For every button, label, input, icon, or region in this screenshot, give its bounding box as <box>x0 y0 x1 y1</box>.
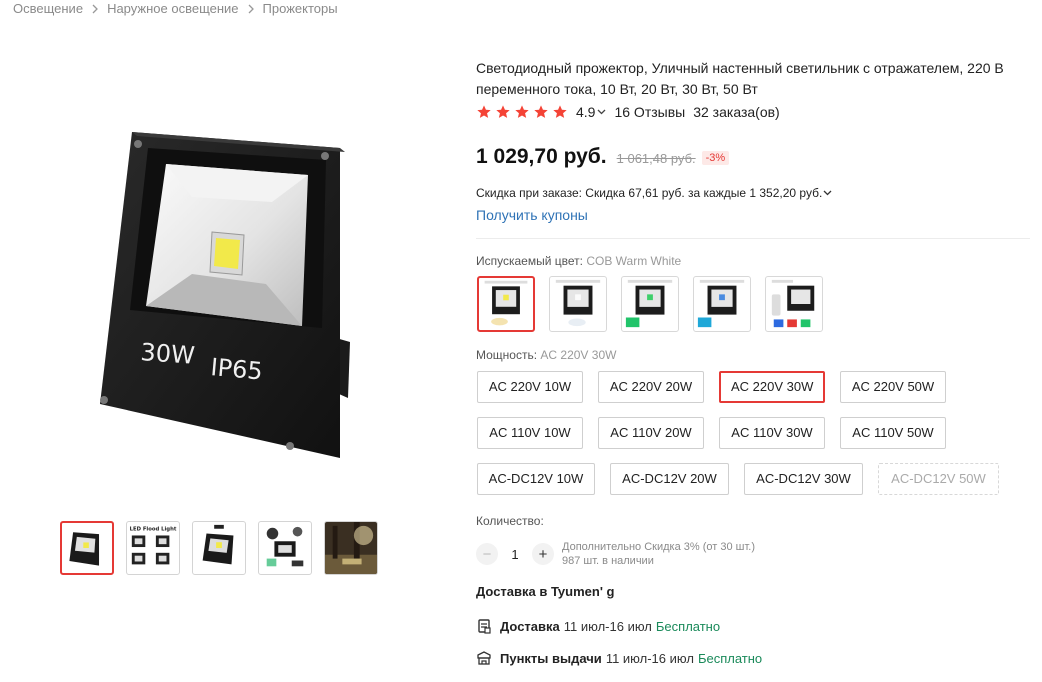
rating-value[interactable]: 4.9 <box>576 104 595 120</box>
shipping-dates: 11 июл-16 июл <box>605 650 694 666</box>
star-rating <box>476 104 571 120</box>
current-price: 1 029,70 руб. <box>476 145 607 168</box>
parcel-icon <box>476 618 494 634</box>
shipping-option-pickup[interactable]: Пункты выдачи 11 июл-16 июл Бесплатно <box>476 650 762 666</box>
power-row-ac110: AC 110V 10W AC 110V 20W AC 110V 30W AC 1… <box>477 417 1037 449</box>
power-label: Мощность: AC 220V 30W <box>476 348 616 362</box>
quantity-value[interactable]: 1 <box>498 547 532 562</box>
star-icon <box>514 104 530 120</box>
power-option[interactable]: AC 110V 10W <box>477 417 583 449</box>
power-option[interactable]: AC 110V 30W <box>719 417 825 449</box>
power-option[interactable]: AC 110V 20W <box>598 417 704 449</box>
divider <box>476 238 1030 239</box>
power-option[interactable]: AC-DC12V 20W <box>610 463 729 495</box>
quantity-stepper: − 1 + Дополнительно Скидка 3% (от 30 шт.… <box>476 540 755 568</box>
reviews-link[interactable]: 16 Отзывы <box>614 104 685 120</box>
swatch-cob-cold-white[interactable] <box>549 276 607 332</box>
chevron-right-icon <box>92 4 98 14</box>
color-swatches <box>477 276 837 332</box>
shipping-name: Доставка <box>500 618 560 634</box>
rating-row: 4.9 16 Отзывы 32 заказа(ов) <box>476 104 780 120</box>
thumbnail-3[interactable] <box>192 521 246 575</box>
power-option[interactable]: AC-DC12V 10W <box>477 463 595 495</box>
swatch-cob-green[interactable] <box>621 276 679 332</box>
star-icon <box>476 104 492 120</box>
shipping-dates: 11 июл-16 июл <box>563 618 652 634</box>
pickup-point-icon <box>476 650 494 666</box>
delivery-title[interactable]: Доставка в Tyumen' g <box>476 584 614 599</box>
power-label-text: Мощность: <box>476 348 538 362</box>
discount-badge: -3% <box>701 151 730 165</box>
get-coupons-link[interactable]: Получить купоны <box>476 207 588 223</box>
main-product-image[interactable]: 30W IP65 <box>40 60 440 500</box>
stock-text: 987 шт. в наличии <box>562 555 654 567</box>
product-title: Светодиодный прожектор, Уличный настенны… <box>476 60 1004 97</box>
swatch-rgb[interactable] <box>765 276 823 332</box>
watt-text: 30W <box>140 338 196 370</box>
thumbnail-1[interactable] <box>60 521 114 575</box>
power-option[interactable]: AC 220V 10W <box>477 371 583 403</box>
orders-count: 32 заказа(ов) <box>693 104 780 120</box>
color-label: Испускаемый цвет: COB Warm White <box>476 254 681 268</box>
chevron-right-icon <box>248 4 254 14</box>
power-option[interactable]: AC 110V 50W <box>840 417 946 449</box>
order-discount[interactable]: Скидка при заказе: Скидка 67,61 руб. за … <box>476 186 832 200</box>
swatch-cob-blue[interactable] <box>693 276 751 332</box>
power-options: AC 220V 10W AC 220V 20W AC 220V 30W AC 2… <box>477 371 1037 509</box>
plus-icon[interactable]: + <box>532 543 554 565</box>
power-row-acdc12: AC-DC12V 10W AC-DC12V 20W AC-DC12V 30W A… <box>477 463 1037 495</box>
color-selected-value: COB Warm White <box>586 254 682 268</box>
thumbnail-4[interactable] <box>258 521 312 575</box>
star-icon <box>533 104 549 120</box>
breadcrumb-item-outdoor-lighting[interactable]: Наружное освещение <box>107 1 238 16</box>
star-icon <box>552 104 568 120</box>
power-option[interactable]: AC-DC12V 30W <box>744 463 863 495</box>
power-option-selected[interactable]: AC 220V 30W <box>719 371 825 403</box>
old-price: 1 061,48 руб. <box>616 151 696 166</box>
breadcrumb-item-lighting[interactable]: Освещение <box>13 1 83 16</box>
power-option-unavailable: AC-DC12V 50W <box>878 463 999 495</box>
shipping-option-courier[interactable]: Доставка 11 июл-16 июл Бесплатно <box>476 618 720 634</box>
shipping-name: Пункты выдачи <box>500 650 602 666</box>
price-row: 1 029,70 руб. 1 061,48 руб. -3% <box>476 145 730 169</box>
ip-rating-text: IP65 <box>209 353 263 385</box>
thumbnail-2[interactable]: LED Flood Light <box>126 521 180 575</box>
power-row-ac220: AC 220V 10W AC 220V 20W AC 220V 30W AC 2… <box>477 371 1037 403</box>
shipping-price: Бесплатно <box>655 618 721 634</box>
color-label-text: Испускаемый цвет: <box>476 254 583 268</box>
extra-discount-text: Дополнительно Скидка 3% (от 30 шт.) <box>562 541 756 553</box>
star-icon <box>495 104 511 120</box>
power-option[interactable]: AC 220V 20W <box>598 371 704 403</box>
thumbnail-caption: LED Flood Light <box>130 527 177 533</box>
breadcrumb-item-floodlights[interactable]: Прожекторы <box>263 1 338 16</box>
swatch-cob-warm-white[interactable] <box>477 276 535 332</box>
order-discount-text: Скидка при заказе: Скидка 67,61 руб. за … <box>476 186 823 200</box>
breadcrumb: Освещение Наружное освещение Прожекторы <box>13 1 338 16</box>
shipping-price: Бесплатно <box>697 650 763 666</box>
power-option[interactable]: AC 220V 50W <box>840 371 946 403</box>
quantity-info: Дополнительно Скидка 3% (от 30 шт.) 987 … <box>562 540 755 568</box>
quantity-label: Количество: <box>476 514 544 528</box>
thumbnail-strip: LED Flood Light <box>60 521 390 575</box>
minus-icon[interactable]: − <box>476 543 498 565</box>
chevron-down-icon[interactable] <box>823 190 832 196</box>
thumbnail-5[interactable] <box>324 521 378 575</box>
chevron-down-icon[interactable] <box>597 109 606 115</box>
power-selected-value: AC 220V 30W <box>540 348 617 362</box>
